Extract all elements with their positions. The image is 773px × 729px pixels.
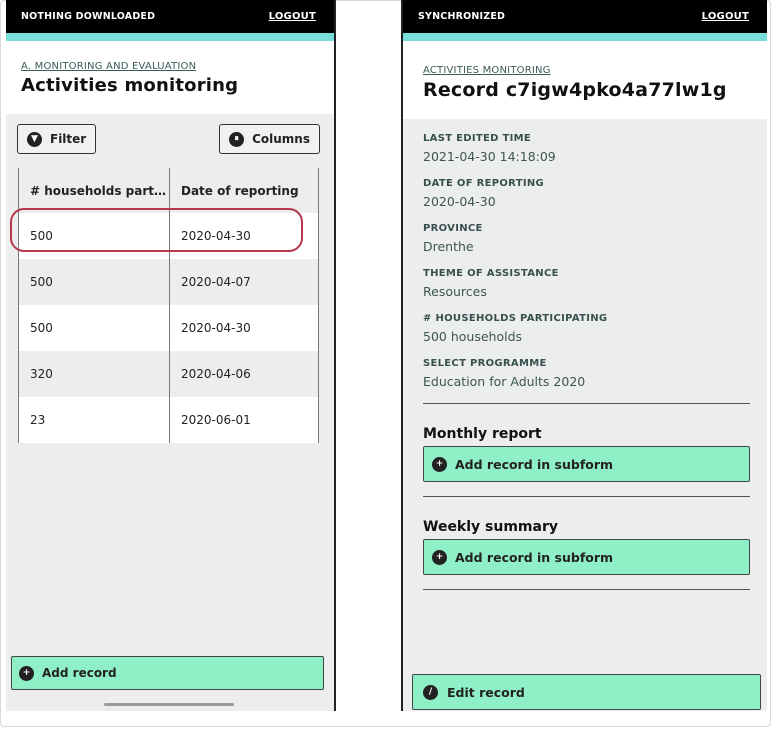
record-title: Record c7igw4pko4a77lw1g xyxy=(423,79,727,101)
edit-record-button[interactable]: / Edit record xyxy=(412,674,761,710)
column-header-date[interactable]: Date of reporting xyxy=(169,184,299,198)
field-value: Drenthe xyxy=(423,239,474,254)
columns-label: Columns xyxy=(252,132,310,146)
cell-date: 2020-04-07 xyxy=(181,275,251,289)
field-province: PROVINCE Drenthe xyxy=(423,223,750,254)
page-header: A. MONITORING AND EVALUATION Activities … xyxy=(6,41,334,114)
cell-date: 2020-04-30 xyxy=(181,321,251,335)
field-programme: SELECT PROGRAMME Education for Adults 20… xyxy=(423,358,750,389)
record-header: ACTIVITIES MONITORING Record c7igw4pko4a… xyxy=(403,41,767,119)
field-label: PROVINCE xyxy=(423,223,483,234)
breadcrumb[interactable]: ACTIVITIES MONITORING xyxy=(423,65,747,76)
field-value: Education for Adults 2020 xyxy=(423,374,586,389)
field-date-of-reporting: DATE OF REPORTING 2020-04-30 xyxy=(423,178,750,209)
field-value: 2021-04-30 14:18:09 xyxy=(423,149,556,164)
add-subform-record-button[interactable]: + Add record in subform xyxy=(423,539,750,575)
status-bar: NOTHING DOWNLOADED LOGOUT xyxy=(6,0,334,33)
plus-circle-icon: + xyxy=(19,665,34,681)
home-indicator xyxy=(104,703,234,706)
add-subform-record-button[interactable]: + Add record in subform xyxy=(423,446,750,482)
field-theme: THEME OF ASSISTANCE Resources xyxy=(423,268,750,299)
logout-link[interactable]: LOGOUT xyxy=(702,11,749,22)
subform-title: Monthly report xyxy=(423,426,542,442)
logout-link[interactable]: LOGOUT xyxy=(269,11,316,22)
accent-stripe xyxy=(6,33,334,41)
filter-label: Filter xyxy=(50,132,87,146)
status-bar: SYNCHRONIZED LOGOUT xyxy=(403,0,767,33)
subform-monthly-report: Monthly report + Add record in subform xyxy=(403,404,767,496)
field-label: # HOUSEHOLDS PARTICIPATING xyxy=(423,313,608,324)
add-subform-label: Add record in subform xyxy=(455,456,614,472)
sync-status: SYNCHRONIZED xyxy=(418,11,506,22)
add-subform-label: Add record in subform xyxy=(455,549,614,565)
add-record-label: Add record xyxy=(42,666,117,680)
field-last-edited: LAST EDITED TIME 2021-04-30 14:18:09 xyxy=(423,133,750,164)
column-header-households[interactable]: # households partici... xyxy=(19,184,169,198)
columns-button[interactable]: ⏸ Columns xyxy=(219,124,320,154)
field-value: 500 households xyxy=(423,329,523,344)
breadcrumb[interactable]: A. MONITORING AND EVALUATION xyxy=(21,61,319,72)
edit-icon: / xyxy=(423,684,438,700)
filter-icon: ▼ xyxy=(27,131,42,147)
add-record-button[interactable]: + Add record xyxy=(11,656,324,690)
filter-button[interactable]: ▼ Filter xyxy=(17,124,97,154)
record-fields: LAST EDITED TIME 2021-04-30 14:18:09 DAT… xyxy=(403,119,767,389)
row-highlight-annotation xyxy=(10,208,303,252)
cell-date: 2020-06-01 xyxy=(181,413,251,427)
plus-circle-icon: + xyxy=(432,456,447,472)
field-label: LAST EDITED TIME xyxy=(423,133,532,144)
toolbar: ▼ Filter ⏸ Columns xyxy=(6,114,334,154)
divider xyxy=(423,589,750,590)
subform-title: Weekly summary xyxy=(423,519,558,535)
subform-weekly-summary: Weekly summary + Add record in subform xyxy=(403,497,767,589)
plus-circle-icon: + xyxy=(432,549,447,565)
field-label: DATE OF REPORTING xyxy=(423,178,545,189)
sync-status: NOTHING DOWNLOADED xyxy=(21,11,156,22)
record-screen: SYNCHRONIZED LOGOUT ACTIVITIES MONITORIN… xyxy=(401,0,767,711)
field-value: Resources xyxy=(423,284,487,299)
field-label: THEME OF ASSISTANCE xyxy=(423,268,559,279)
list-screen: NOTHING DOWNLOADED LOGOUT A. MONITORING … xyxy=(6,0,336,711)
edit-record-label: Edit record xyxy=(447,684,525,700)
field-households: # HOUSEHOLDS PARTICIPATING 500 household… xyxy=(423,313,750,344)
columns-icon: ⏸ xyxy=(229,131,245,147)
cell-households: 23 xyxy=(30,413,46,427)
field-value: 2020-04-30 xyxy=(423,194,496,209)
cell-households: 500 xyxy=(30,321,53,335)
field-label: SELECT PROGRAMME xyxy=(423,358,547,369)
page-title: Activities monitoring xyxy=(21,75,239,96)
cell-households: 500 xyxy=(30,275,53,289)
accent-stripe xyxy=(403,33,767,41)
cell-date: 2020-04-06 xyxy=(181,367,251,381)
cell-households: 320 xyxy=(30,367,53,381)
